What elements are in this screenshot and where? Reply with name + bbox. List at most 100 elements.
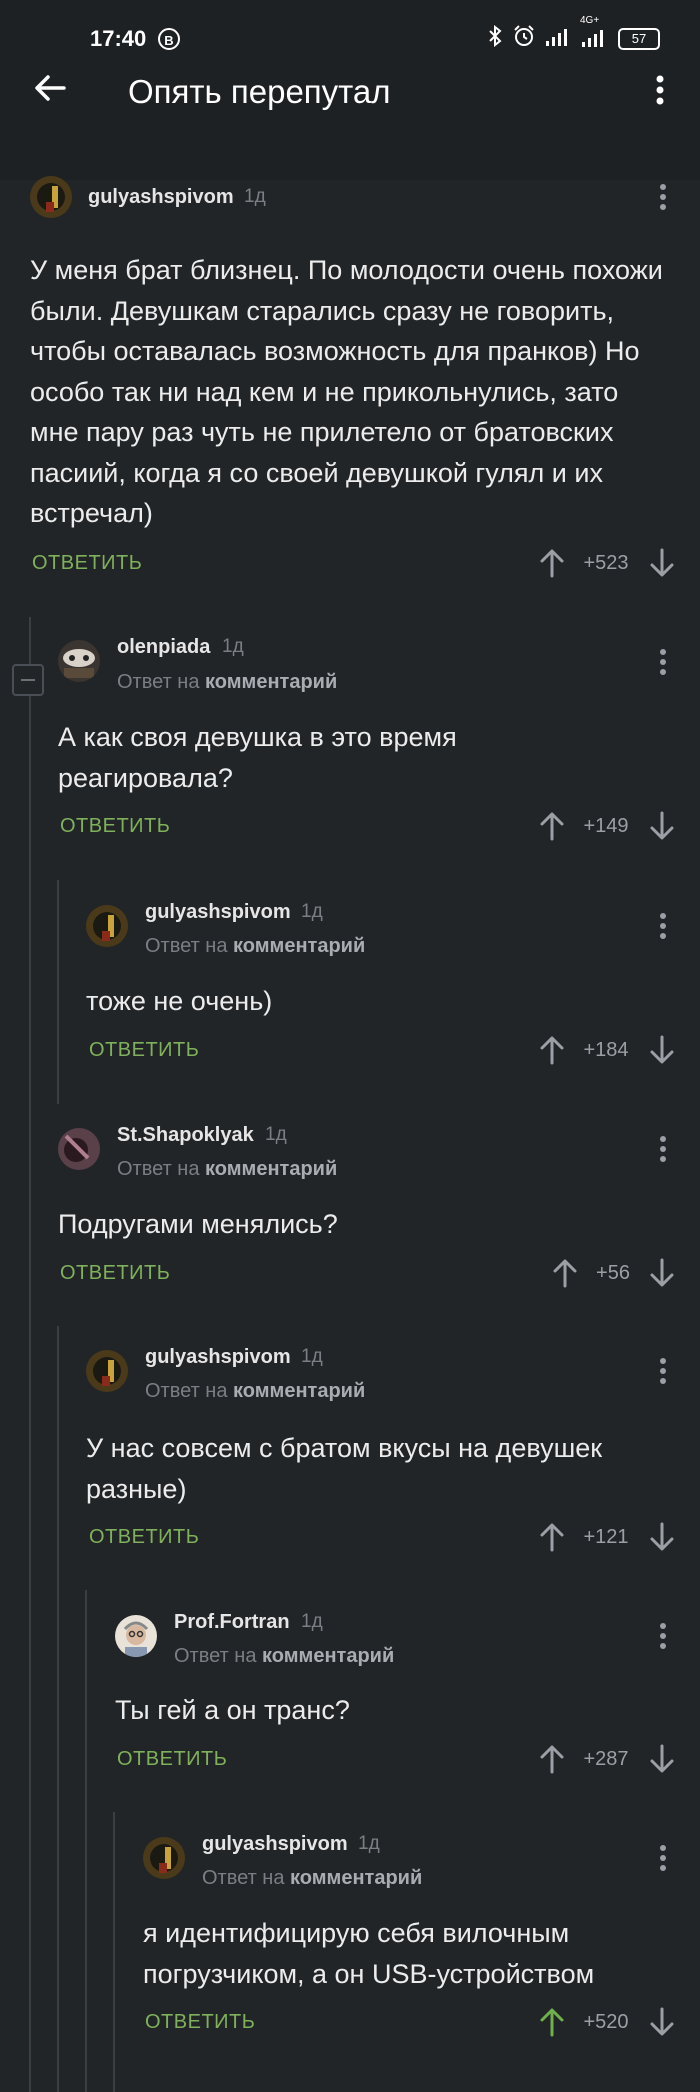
overflow-menu-icon [660, 1358, 666, 1384]
upvote-arrow-icon[interactable] [539, 1522, 565, 1552]
reply-to-link[interactable]: комментарий [233, 935, 365, 957]
reply-to-prefix: Ответ на [117, 1158, 200, 1180]
upvote-arrow-icon[interactable] [539, 2007, 565, 2037]
downvote-arrow-icon[interactable] [649, 1522, 675, 1552]
avatar[interactable] [30, 176, 72, 218]
thread-line [29, 617, 31, 2092]
upvote-arrow-icon[interactable] [539, 811, 565, 841]
comment-menu-button[interactable] [657, 1843, 669, 1873]
username[interactable]: olenpiada [117, 636, 210, 659]
reply-to-line: Ответ на комментарий [202, 1867, 422, 1890]
reply-to-prefix: Ответ на [174, 1645, 257, 1667]
reply-to-prefix: Ответ на [145, 935, 228, 957]
comment-menu-button[interactable] [657, 1356, 669, 1386]
reply-button[interactable]: ОТВЕТИТЬ [89, 1526, 199, 1549]
upvote-arrow-icon[interactable] [539, 1744, 565, 1774]
avatar[interactable] [115, 1615, 157, 1657]
score: +287 [583, 1748, 629, 1770]
username[interactable]: gulyashspivom [145, 901, 291, 924]
comment-text: Ты гей а он транс? [115, 1695, 350, 1725]
comment-menu-button[interactable] [657, 1134, 669, 1164]
comment-menu-button[interactable] [657, 911, 669, 941]
overflow-menu-icon [660, 649, 666, 675]
comment-text: У нас совсем с братом вкусы на девушек р… [86, 1433, 603, 1504]
upvote-arrow-icon[interactable] [539, 548, 565, 578]
status-icons: 4G+ 57 [488, 15, 660, 53]
overflow-menu-button[interactable] [650, 70, 670, 110]
reply-to-line: Ответ на комментарий [145, 1380, 365, 1403]
overflow-menu-icon [660, 1845, 666, 1871]
thread-line [57, 880, 59, 1104]
comment-age: 1д [301, 1611, 323, 1632]
comment-text: Подругами менялись? [58, 1209, 338, 1239]
comment-age: 1д [265, 1124, 287, 1145]
upvote-arrow-icon[interactable] [552, 1258, 578, 1288]
signal-4g-icon: 4G+ [580, 15, 608, 50]
username[interactable]: gulyashspivom [202, 1833, 348, 1856]
signal-icon [546, 26, 572, 51]
score: +121 [583, 1526, 629, 1548]
avatar[interactable] [86, 1350, 128, 1392]
collapse-thread-button[interactable] [12, 664, 44, 696]
comment-menu-button[interactable] [657, 182, 669, 212]
comment-age: 1д [222, 636, 244, 657]
comment-text: У меня брат близнец. По молодости очень … [30, 255, 663, 528]
avatar[interactable] [58, 1128, 100, 1170]
downvote-arrow-icon[interactable] [649, 2007, 675, 2037]
comment-text: я идентифицирую себя вилочным погрузчико… [143, 1918, 595, 1989]
reply-to-prefix: Ответ на [202, 1867, 285, 1889]
reply-button[interactable]: ОТВЕТИТЬ [60, 815, 170, 838]
back-button[interactable] [30, 68, 70, 108]
reply-to-link[interactable]: комментарий [262, 1645, 394, 1667]
username[interactable]: gulyashspivom [145, 1346, 291, 1369]
reply-to-prefix: Ответ на [117, 671, 200, 693]
comment-age: 1д [244, 186, 266, 207]
reply-to-link[interactable]: комментарий [205, 671, 337, 693]
comment-menu-button[interactable] [657, 1621, 669, 1651]
comment-menu-button[interactable] [657, 647, 669, 677]
comment-age: 1д [301, 1346, 323, 1367]
score: +523 [583, 552, 629, 574]
overflow-menu-icon [660, 1623, 666, 1649]
score: +520 [583, 2011, 629, 2033]
comment-text: А как своя девушка в это время реагирова… [58, 722, 457, 793]
reply-button[interactable]: ОТВЕТИТЬ [89, 1039, 199, 1062]
avatar[interactable] [86, 905, 128, 947]
downvote-arrow-icon[interactable] [649, 811, 675, 841]
comment-age: 1д [358, 1833, 380, 1854]
reply-button[interactable]: ОТВЕТИТЬ [145, 2011, 255, 2034]
network-type-label: 4G+ [580, 15, 600, 26]
reply-button[interactable]: ОТВЕТИТЬ [117, 1748, 227, 1771]
back-arrow-icon [35, 75, 66, 101]
downvote-arrow-icon[interactable] [649, 548, 675, 578]
status-bar: 17:40 B 4G+ 57 [0, 0, 700, 80]
bluetooth-icon [488, 24, 502, 52]
downvote-arrow-icon[interactable] [649, 1258, 675, 1288]
page-title: Опять перепутал [128, 73, 391, 110]
reply-button[interactable]: ОТВЕТИТЬ [32, 552, 142, 575]
downvote-arrow-icon[interactable] [649, 1744, 675, 1774]
status-b-icon: B [158, 28, 180, 50]
reply-to-line: Ответ на комментарий [117, 1158, 337, 1181]
reply-to-prefix: Ответ на [145, 1380, 228, 1402]
reply-to-line: Ответ на комментарий [117, 671, 337, 694]
avatar[interactable] [143, 1837, 185, 1879]
thread-line [57, 1326, 59, 2092]
downvote-arrow-icon[interactable] [649, 1035, 675, 1065]
reply-to-line: Ответ на комментарий [174, 1645, 394, 1668]
username[interactable]: Prof.Fortran [174, 1611, 290, 1634]
battery-icon: 57 [618, 27, 660, 50]
username[interactable]: St.Shapoklyak [117, 1124, 254, 1147]
reply-button[interactable]: ОТВЕТИТЬ [60, 1262, 170, 1285]
overflow-menu-icon [660, 913, 666, 939]
username[interactable]: gulyashspivom [88, 186, 234, 209]
score: +184 [583, 1039, 629, 1061]
overflow-menu-icon [660, 1136, 666, 1162]
comment-text: тоже не очень) [86, 986, 273, 1016]
reply-to-link[interactable]: комментарий [205, 1158, 337, 1180]
avatar[interactable] [58, 640, 100, 682]
thread-line [113, 1812, 115, 2092]
upvote-arrow-icon[interactable] [539, 1035, 565, 1065]
reply-to-link[interactable]: комментарий [290, 1867, 422, 1889]
reply-to-link[interactable]: комментарий [233, 1380, 365, 1402]
